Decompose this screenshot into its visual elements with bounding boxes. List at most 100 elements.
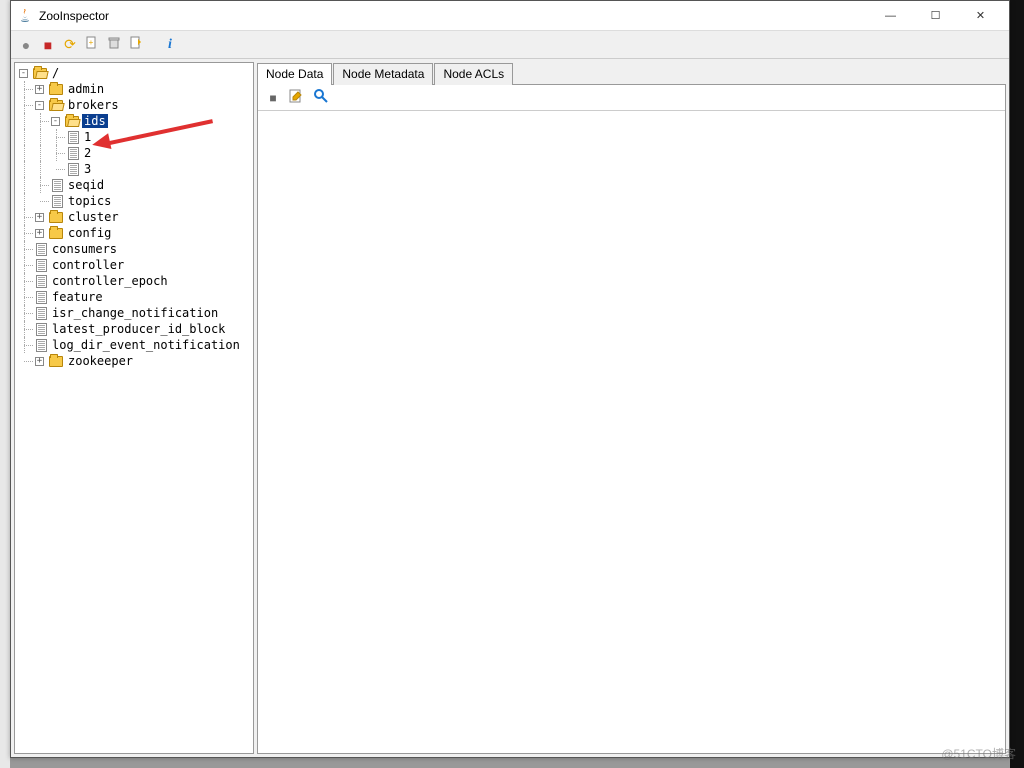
node-label: topics: [66, 194, 113, 208]
tree-root[interactable]: - /: [17, 65, 251, 81]
tree-node-controller[interactable]: controller: [17, 257, 251, 273]
trash-icon: [107, 36, 121, 53]
search-data-button[interactable]: [312, 89, 330, 107]
add-node-button[interactable]: +: [83, 36, 101, 54]
node-label: controller: [50, 258, 126, 272]
search-icon: [313, 88, 329, 107]
save-data-button[interactable]: ■: [264, 89, 282, 107]
tree-node-id-2[interactable]: 2: [17, 145, 251, 161]
tree-node-ids[interactable]: - ids: [17, 113, 251, 129]
connect-button[interactable]: ●: [17, 36, 35, 54]
content-area: - / + admin - brokers -: [11, 59, 1009, 757]
tree-node-id-3[interactable]: 3: [17, 161, 251, 177]
node-label: zookeeper: [66, 354, 135, 368]
expand-icon[interactable]: +: [35, 229, 44, 238]
edit-icon: [289, 88, 305, 107]
tab-label: Node ACLs: [443, 67, 504, 81]
window-title: ZooInspector: [39, 9, 109, 23]
background-right-strip: [1010, 0, 1024, 768]
refresh-button[interactable]: ⟳: [61, 36, 79, 54]
tree-node-topics[interactable]: topics: [17, 193, 251, 209]
tabs: Node Data Node Metadata Node ACLs: [257, 62, 1006, 84]
maximize-button[interactable]: ☐: [913, 2, 958, 30]
add-doc-icon: +: [85, 36, 99, 53]
tree-node-latest-producer-id-block[interactable]: latest_producer_id_block: [17, 321, 251, 337]
tree-node-zookeeper[interactable]: + zookeeper: [17, 353, 251, 369]
tree-node-isr-change-notification[interactable]: isr_change_notification: [17, 305, 251, 321]
node-label: admin: [66, 82, 106, 96]
collapse-icon[interactable]: -: [51, 117, 60, 126]
title-bar[interactable]: ZooInspector — ☐ ✕: [11, 1, 1009, 31]
edit-data-button[interactable]: [288, 89, 306, 107]
node-data-toolbar: ■: [258, 85, 1005, 111]
collapse-icon[interactable]: -: [19, 69, 28, 78]
folder-open-icon: [65, 116, 79, 127]
save-icon: ■: [269, 91, 276, 105]
info-icon: i: [168, 37, 172, 53]
node-label: latest_producer_id_block: [50, 322, 227, 336]
document-icon: [68, 163, 79, 176]
folder-open-icon: [33, 68, 47, 79]
main-toolbar: ● ■ ⟳ + i: [11, 31, 1009, 59]
document-icon: [36, 291, 47, 304]
document-icon: [68, 131, 79, 144]
collapse-icon[interactable]: -: [35, 101, 44, 110]
close-icon: ✕: [976, 9, 985, 22]
document-icon: [36, 307, 47, 320]
watermark-text: @51CTO博客: [941, 745, 1016, 762]
document-icon: [36, 323, 47, 336]
node-data-panel: ■: [257, 84, 1006, 754]
tree-node-controller-epoch[interactable]: controller_epoch: [17, 273, 251, 289]
stop-icon: ■: [44, 37, 52, 53]
tab-node-acls[interactable]: Node ACLs: [434, 63, 513, 85]
node-label: controller_epoch: [50, 274, 170, 288]
close-button[interactable]: ✕: [958, 2, 1003, 30]
disconnect-button[interactable]: ■: [39, 36, 57, 54]
refresh-icon: ⟳: [64, 36, 76, 53]
maximize-icon: ☐: [931, 9, 941, 22]
about-button[interactable]: i: [161, 36, 179, 54]
document-icon: [52, 195, 63, 208]
node-label: cluster: [66, 210, 121, 224]
tree-node-seqid[interactable]: seqid: [17, 177, 251, 193]
node-label: consumers: [50, 242, 119, 256]
document-icon: [36, 259, 47, 272]
document-icon: [36, 339, 47, 352]
document-icon: [68, 147, 79, 160]
tree-node-feature[interactable]: feature: [17, 289, 251, 305]
expand-icon[interactable]: +: [35, 85, 44, 94]
watch-button[interactable]: [127, 36, 145, 54]
tree-node-brokers[interactable]: - brokers: [17, 97, 251, 113]
folder-icon: [49, 356, 63, 367]
tab-node-data[interactable]: Node Data: [257, 63, 332, 85]
expand-icon[interactable]: +: [35, 213, 44, 222]
background-left-strip: [0, 0, 10, 768]
tree-node-id-1[interactable]: 1: [17, 129, 251, 145]
tree-node-consumers[interactable]: consumers: [17, 241, 251, 257]
minimize-button[interactable]: —: [868, 2, 913, 30]
node-label: /: [50, 66, 61, 80]
minimize-icon: —: [885, 10, 896, 22]
tree-node-cluster[interactable]: + cluster: [17, 209, 251, 225]
node-label: isr_change_notification: [50, 306, 220, 320]
main-window: ZooInspector — ☐ ✕ ● ■ ⟳ + i - /: [10, 0, 1010, 758]
folder-icon: [49, 212, 63, 223]
node-label: seqid: [66, 178, 106, 192]
node-data-content[interactable]: [258, 111, 1005, 753]
folder-icon: [49, 228, 63, 239]
node-label: brokers: [66, 98, 121, 112]
tree-node-log-dir-event-notification[interactable]: log_dir_event_notification: [17, 337, 251, 353]
tree-node-config[interactable]: + config: [17, 225, 251, 241]
delete-node-button[interactable]: [105, 36, 123, 54]
right-pane: Node Data Node Metadata Node ACLs ■: [257, 62, 1006, 754]
tree-node-admin[interactable]: + admin: [17, 81, 251, 97]
tree-pane[interactable]: - / + admin - brokers -: [14, 62, 254, 754]
node-label: 2: [82, 146, 93, 160]
expand-icon[interactable]: +: [35, 357, 44, 366]
node-label: 3: [82, 162, 93, 176]
node-label-selected: ids: [82, 114, 108, 128]
node-label: feature: [50, 290, 105, 304]
java-icon: [17, 8, 33, 24]
folder-open-icon: [49, 100, 63, 111]
tab-node-metadata[interactable]: Node Metadata: [333, 63, 433, 85]
